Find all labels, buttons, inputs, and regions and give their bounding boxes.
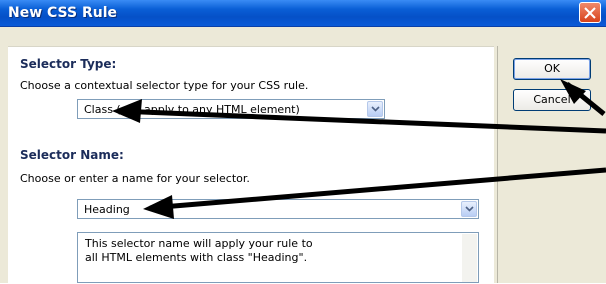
annotation-arrows bbox=[112, 79, 606, 219]
annotation-arrow bbox=[143, 167, 606, 219]
annotation-arrow bbox=[112, 99, 606, 134]
new-css-rule-dialog: New CSS Rule Selector Type: Choose a con… bbox=[0, 0, 606, 284]
annotation-arrow bbox=[560, 79, 606, 116]
